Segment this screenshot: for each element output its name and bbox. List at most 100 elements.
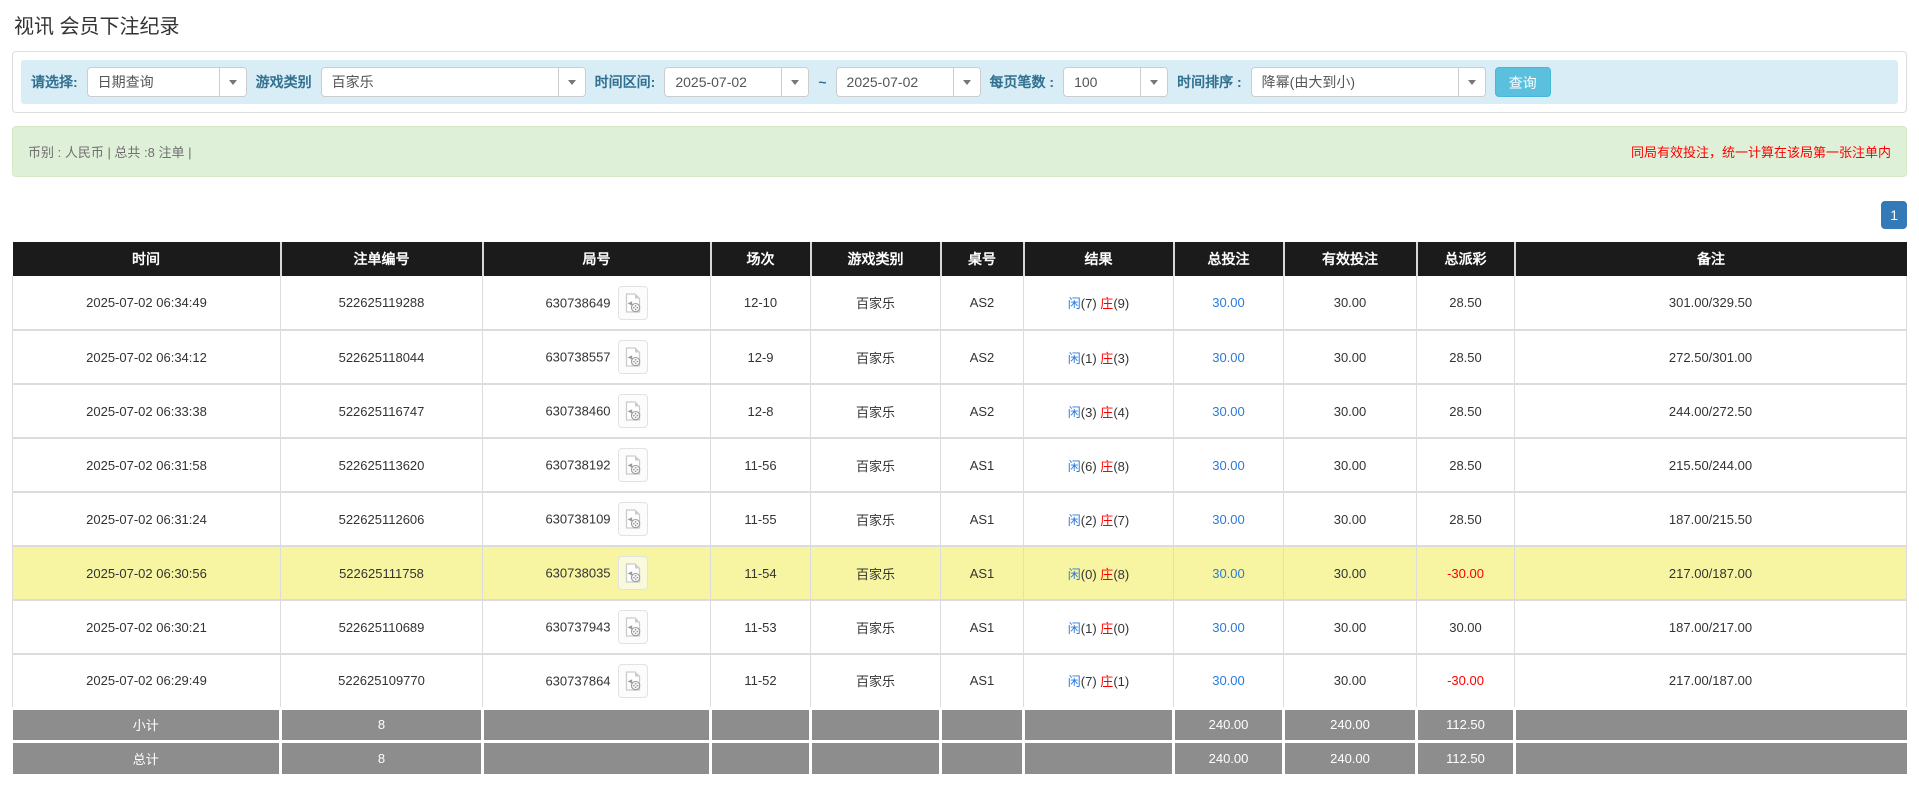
date-to-dropdown-button[interactable] xyxy=(953,68,980,96)
cell-valid-bet: 30.00 xyxy=(1284,654,1417,708)
cell-session: 11-54 xyxy=(711,546,811,600)
cell-session: 12-9 xyxy=(711,330,811,384)
cell-result: 闲(0) 庄(8) xyxy=(1024,546,1174,600)
cell-valid-bet: 30.00 xyxy=(1284,384,1417,438)
cell-bet-id: 522625112606 xyxy=(281,492,483,546)
date-range-separator: ~ xyxy=(818,74,826,90)
result-player-value: (7) xyxy=(1081,296,1101,311)
footer-round xyxy=(483,708,711,741)
cell-total-bet: 30.00 xyxy=(1174,330,1284,384)
footer-round xyxy=(483,741,711,774)
time-sort-label: 时间排序 : xyxy=(1177,72,1242,92)
game-type-dropdown-button[interactable] xyxy=(558,68,585,96)
cell-session: 11-56 xyxy=(711,438,811,492)
cell-table-no: AS1 xyxy=(941,600,1024,654)
cell-result: 闲(1) 庄(3) xyxy=(1024,330,1174,384)
time-sort-select[interactable]: 降幂(由大到小) xyxy=(1251,67,1486,97)
video-replay-button[interactable] xyxy=(618,448,648,482)
cell-game-type: 百家乐 xyxy=(811,438,941,492)
video-replay-button[interactable] xyxy=(618,286,648,320)
date-from-dropdown-button[interactable] xyxy=(781,68,808,96)
cell-payout: 28.50 xyxy=(1417,330,1515,384)
cell-round: 630738109 xyxy=(483,492,711,546)
video-replay-icon xyxy=(625,509,641,529)
date-to-value: 2025-07-02 xyxy=(837,68,953,96)
round-number: 630737864 xyxy=(545,673,610,688)
search-button[interactable]: 查询 xyxy=(1495,67,1551,97)
cell-game-type: 百家乐 xyxy=(811,600,941,654)
video-replay-button[interactable] xyxy=(618,340,648,374)
table-row: 2025-07-02 06:34:49522625119288630738649… xyxy=(13,276,1907,330)
page-title: 视讯 会员下注纪录 xyxy=(12,6,1907,51)
cell-time: 2025-07-02 06:30:21 xyxy=(13,600,281,654)
video-replay-button[interactable] xyxy=(618,502,648,536)
footer-session xyxy=(711,741,811,774)
cell-total-bet: 30.00 xyxy=(1174,438,1284,492)
cell-bet-id: 522625119288 xyxy=(281,276,483,330)
total-bet-link[interactable]: 30.00 xyxy=(1212,404,1245,419)
cell-game-type: 百家乐 xyxy=(811,384,941,438)
cell-game-type: 百家乐 xyxy=(811,654,941,708)
query-type-select[interactable]: 日期查询 xyxy=(87,67,247,97)
total-bet-link[interactable]: 30.00 xyxy=(1212,620,1245,635)
cell-bet-id: 522625116747 xyxy=(281,384,483,438)
cell-bet-id: 522625113620 xyxy=(281,438,483,492)
video-replay-button[interactable] xyxy=(618,556,648,590)
header-total-bet: 总投注 xyxy=(1174,242,1284,276)
cell-bet-id: 522625111758 xyxy=(281,546,483,600)
header-game-type: 游戏类别 xyxy=(811,242,941,276)
result-banker-value: (8) xyxy=(1113,567,1129,582)
result-player-value: (3) xyxy=(1081,405,1101,420)
page-size-dropdown-button[interactable] xyxy=(1140,68,1167,96)
result-player-value: (6) xyxy=(1081,459,1101,474)
result-banker-label: 庄 xyxy=(1100,621,1113,636)
total-bet-link[interactable]: 30.00 xyxy=(1212,673,1245,688)
footer-valid-bet: 240.00 xyxy=(1284,741,1417,774)
page-size-label: 每页笔数 : xyxy=(990,72,1055,92)
cell-round: 630737864 xyxy=(483,654,711,708)
query-type-dropdown-button[interactable] xyxy=(219,68,246,96)
footer-count: 8 xyxy=(281,708,483,741)
pagination-page-1[interactable]: 1 xyxy=(1881,201,1907,229)
cell-result: 闲(6) 庄(8) xyxy=(1024,438,1174,492)
video-replay-button[interactable] xyxy=(618,610,648,644)
total-bet-link[interactable]: 30.00 xyxy=(1212,295,1245,310)
date-to-select[interactable]: 2025-07-02 xyxy=(836,67,981,97)
total-bet-link[interactable]: 30.00 xyxy=(1212,350,1245,365)
round-number: 630738649 xyxy=(545,295,610,310)
cell-time: 2025-07-02 06:30:56 xyxy=(13,546,281,600)
round-number: 630738109 xyxy=(545,512,610,527)
cell-payout: 28.50 xyxy=(1417,438,1515,492)
chevron-down-icon xyxy=(229,80,237,85)
cell-valid-bet: 30.00 xyxy=(1284,546,1417,600)
cell-game-type: 百家乐 xyxy=(811,492,941,546)
cell-remark: 244.00/272.50 xyxy=(1515,384,1907,438)
cell-game-type: 百家乐 xyxy=(811,546,941,600)
result-banker-value: (4) xyxy=(1113,405,1129,420)
total-bet-link[interactable]: 30.00 xyxy=(1212,566,1245,581)
cell-remark: 187.00/215.50 xyxy=(1515,492,1907,546)
cell-session: 11-53 xyxy=(711,600,811,654)
cell-result: 闲(7) 庄(1) xyxy=(1024,654,1174,708)
cell-session: 12-10 xyxy=(711,276,811,330)
footer-count: 8 xyxy=(281,741,483,774)
page-size-select[interactable]: 100 xyxy=(1063,67,1168,97)
video-replay-button[interactable] xyxy=(618,394,648,428)
video-replay-button[interactable] xyxy=(618,664,648,698)
game-type-select[interactable]: 百家乐 xyxy=(321,67,586,97)
table-row: 2025-07-02 06:33:38522625116747630738460… xyxy=(13,384,1907,438)
cell-table-no: AS1 xyxy=(941,492,1024,546)
cell-time: 2025-07-02 06:33:38 xyxy=(13,384,281,438)
total-bet-link[interactable]: 30.00 xyxy=(1212,458,1245,473)
cell-round: 630737943 xyxy=(483,600,711,654)
footer-remark xyxy=(1515,708,1907,741)
table-row: 2025-07-02 06:34:12522625118044630738557… xyxy=(13,330,1907,384)
total-bet-link[interactable]: 30.00 xyxy=(1212,512,1245,527)
video-replay-icon xyxy=(625,347,641,367)
time-sort-dropdown-button[interactable] xyxy=(1458,68,1485,96)
footer-game-type xyxy=(811,708,941,741)
video-replay-icon xyxy=(625,563,641,583)
table-row: 2025-07-02 06:31:58522625113620630738192… xyxy=(13,438,1907,492)
date-from-select[interactable]: 2025-07-02 xyxy=(664,67,809,97)
cell-session: 12-8 xyxy=(711,384,811,438)
